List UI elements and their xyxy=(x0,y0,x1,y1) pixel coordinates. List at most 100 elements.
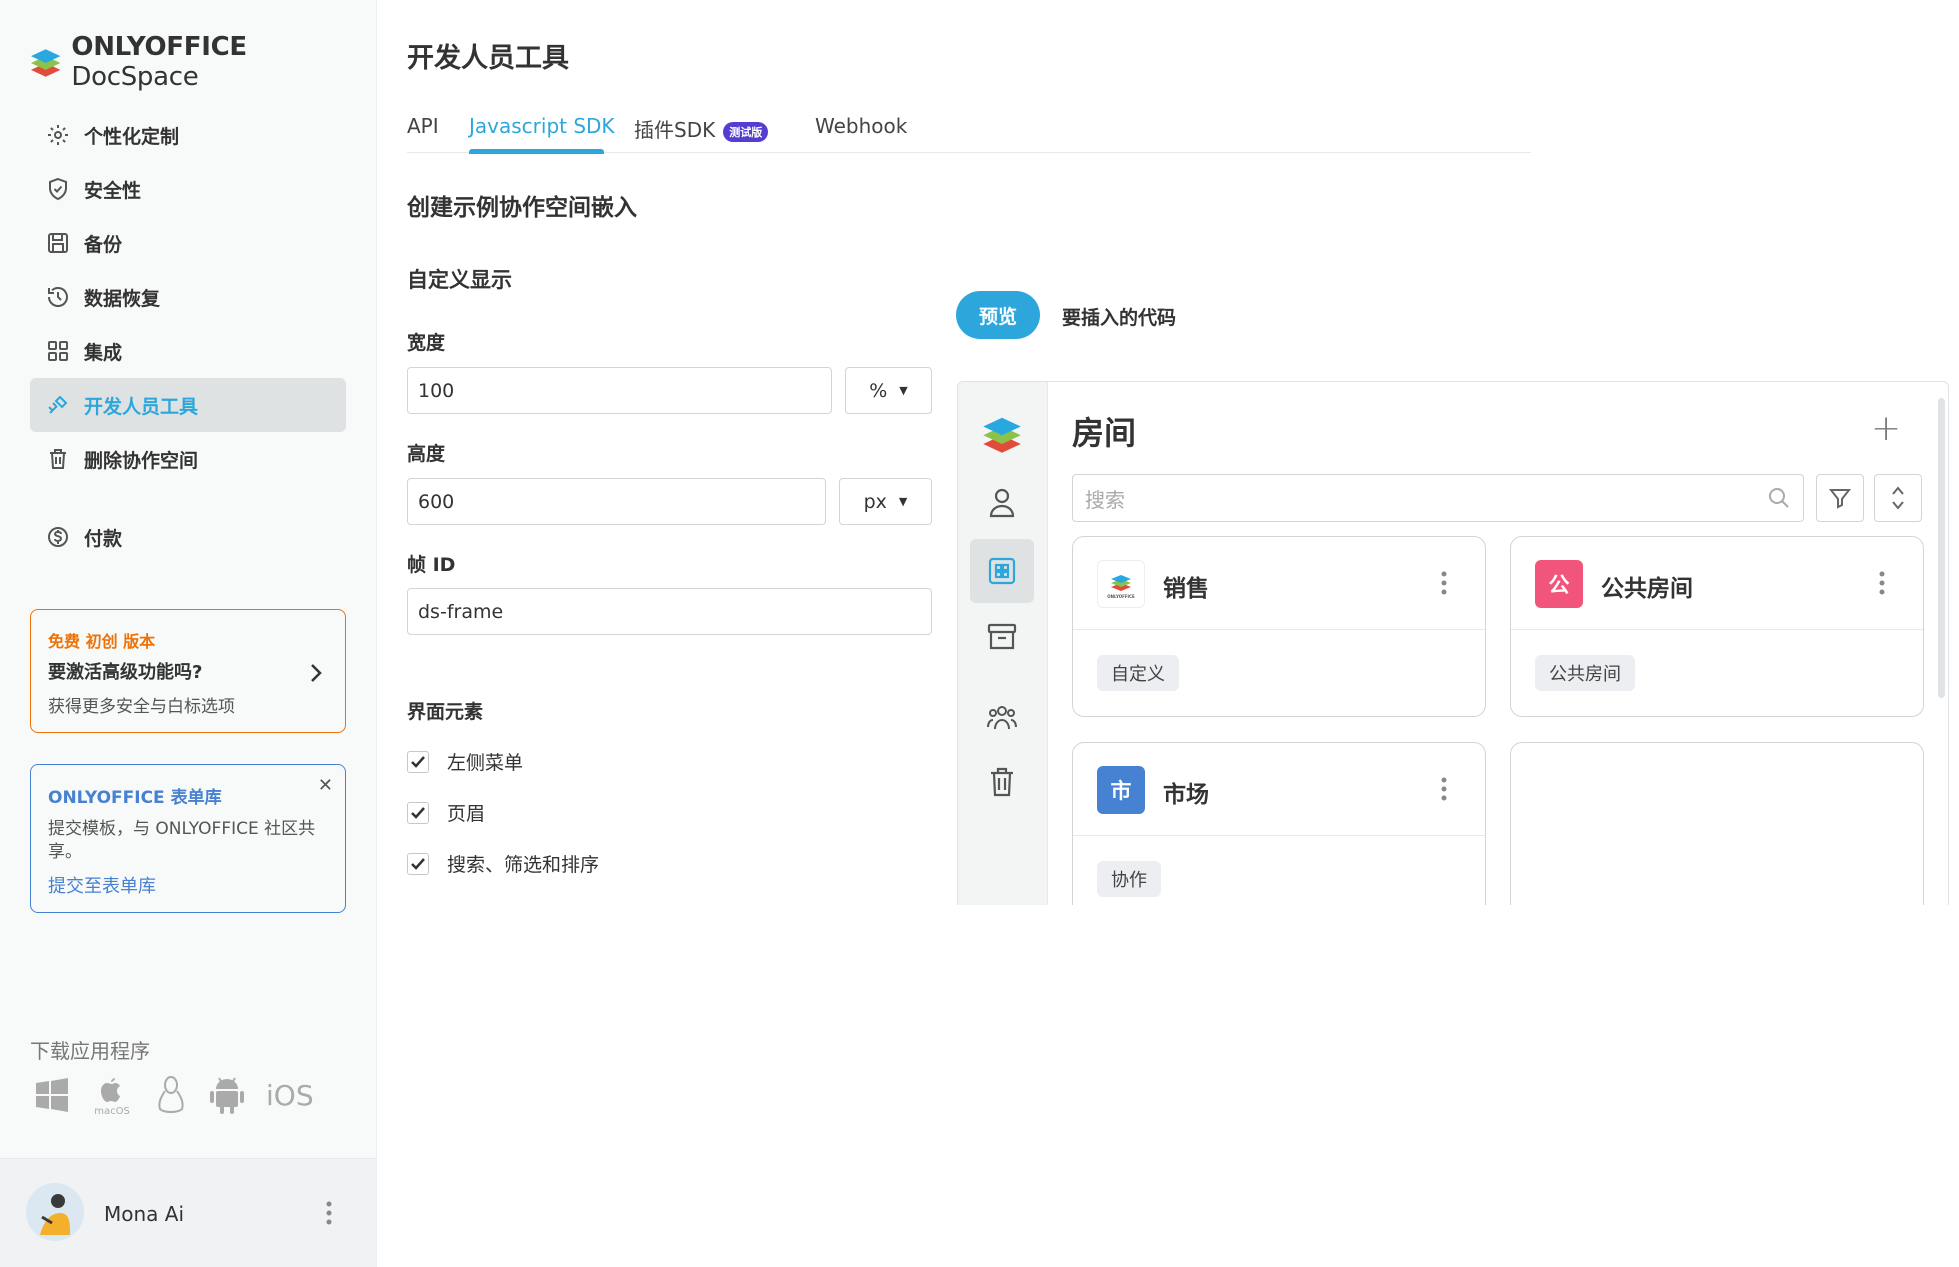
download-apps-label: 下载应用程序 xyxy=(30,1039,150,1063)
tab-api[interactable]: API xyxy=(407,114,439,138)
section-title: 创建示例协作空间嵌入 xyxy=(407,195,637,221)
preview-frame: 房间 + 搜索 ONLYOFFICE 销售 自定义 公 公共房间 公共房间 市 xyxy=(957,381,1949,905)
ui-elements-label: 界面元素 xyxy=(407,701,484,723)
filter-icon xyxy=(1828,489,1852,509)
user-name: Mona Ai xyxy=(104,1202,185,1226)
more-vertical-icon[interactable] xyxy=(1441,777,1447,801)
windows-icon[interactable] xyxy=(34,1077,70,1113)
macos-icon[interactable]: macOS xyxy=(92,1074,132,1116)
room-card[interactable]: 公 公共房间 公共房间 xyxy=(1510,536,1924,717)
frame-logo[interactable] xyxy=(970,402,1034,466)
save-icon xyxy=(48,233,68,253)
upgrade-promo-card[interactable]: 免费 初创 版本 要激活高级功能吗? 获得更多安全与白标选项 xyxy=(30,609,346,733)
checkbox-left-menu[interactable]: 左侧菜单 xyxy=(407,748,523,775)
frame-scrollbar[interactable] xyxy=(1938,398,1945,698)
sidebar-item-integration[interactable]: 集成 xyxy=(30,324,346,378)
height-unit-select[interactable]: px ▼ xyxy=(839,478,932,525)
sidebar-item-restore[interactable]: 数据恢复 xyxy=(30,270,346,324)
height-input[interactable] xyxy=(407,478,826,525)
form-gallery-card: ONLYOFFICE 表单库 提交模板，与 ONLYOFFICE 社区共享。 提… xyxy=(30,764,346,913)
search-input[interactable]: 搜索 xyxy=(1072,474,1804,522)
sidebar-item-label: 开发人员工具 xyxy=(84,395,199,418)
sidebar-item-developer-tools[interactable]: 开发人员工具 xyxy=(30,378,346,432)
group-icon xyxy=(987,706,1017,730)
linux-icon[interactable] xyxy=(154,1075,188,1115)
room-type-tag[interactable]: 公共房间 xyxy=(1535,655,1635,691)
sidebar: ONLYOFFICE DocSpace 个性化定制 安全性 备份 数据恢复 集成… xyxy=(0,0,377,1267)
frame-nav-rooms[interactable] xyxy=(970,539,1034,603)
more-vertical-icon[interactable] xyxy=(1441,571,1447,595)
room-name: 市场 xyxy=(1163,782,1209,808)
user-profile-bar: Mona Ai xyxy=(0,1158,376,1267)
checkbox-label: 页眉 xyxy=(447,803,486,825)
sort-button[interactable] xyxy=(1874,474,1922,522)
room-logo: 公 xyxy=(1535,560,1583,608)
room-name: 公共房间 xyxy=(1601,576,1693,602)
more-vertical-icon[interactable] xyxy=(326,1201,332,1225)
sidebar-item-payments[interactable]: 付款 xyxy=(30,510,346,564)
ios-link[interactable]: iOS xyxy=(266,1079,314,1112)
checkbox-header[interactable]: 页眉 xyxy=(407,799,485,826)
room-logo: ONLYOFFICE xyxy=(1097,560,1145,608)
check-icon xyxy=(411,857,425,870)
checkbox[interactable] xyxy=(407,750,429,773)
frame-nav-archive[interactable] xyxy=(970,605,1034,669)
forms-title: ONLYOFFICE 表单库 xyxy=(48,788,222,808)
sort-icon xyxy=(1892,486,1904,510)
app-logo[interactable]: ONLYOFFICE DocSpace xyxy=(30,32,376,92)
sidebar-item-security[interactable]: 安全性 xyxy=(30,162,346,216)
tab-preview[interactable]: 预览 xyxy=(956,291,1040,339)
close-icon[interactable]: ✕ xyxy=(318,775,333,796)
check-icon xyxy=(411,806,425,819)
width-input[interactable] xyxy=(407,367,832,414)
frame-nav-groups[interactable] xyxy=(970,685,1034,749)
frame-nav-trash[interactable] xyxy=(970,750,1034,814)
trash-icon xyxy=(50,449,66,469)
android-icon[interactable] xyxy=(210,1075,244,1115)
tab-webhook[interactable]: Webhook xyxy=(815,114,907,138)
filter-button[interactable] xyxy=(1816,474,1864,522)
room-type-tag[interactable]: 自定义 xyxy=(1097,655,1179,691)
shield-icon xyxy=(49,177,67,201)
room-card[interactable]: 市 市场 协作 xyxy=(1072,742,1486,905)
dollar-icon xyxy=(48,527,68,547)
settings-nav: 个性化定制 安全性 备份 数据恢复 集成 开发人员工具 删除协作空间 付款 xyxy=(30,108,346,564)
grid-icon xyxy=(48,341,68,361)
forms-text: 提交模板，与 ONLYOFFICE 社区共享。 xyxy=(48,819,316,862)
checkbox-search-filter-sort[interactable]: 搜索、筛选和排序 xyxy=(407,850,599,877)
tab-code-to-insert[interactable]: 要插入的代码 xyxy=(1062,303,1176,330)
room-card[interactable]: ONLYOFFICE 销售 自定义 xyxy=(1072,536,1486,717)
sidebar-item-delete-space[interactable]: 删除协作空间 xyxy=(30,432,346,486)
sidebar-item-label: 删除协作空间 xyxy=(84,449,199,472)
tab-plugin-sdk[interactable]: 插件SDK 测试版 xyxy=(634,114,769,143)
frame-nav-people[interactable] xyxy=(970,470,1034,534)
gear-icon xyxy=(48,125,68,145)
frame-id-input[interactable] xyxy=(407,588,932,635)
sidebar-item-label: 数据恢复 xyxy=(84,287,161,310)
width-unit-select[interactable]: % ▼ xyxy=(845,367,932,414)
sidebar-item-backup[interactable]: 备份 xyxy=(30,216,346,270)
more-vertical-icon[interactable] xyxy=(1879,571,1885,595)
select-value: px xyxy=(863,490,887,513)
active-tab-indicator xyxy=(469,149,604,154)
onlyoffice-logo-icon xyxy=(30,49,61,77)
chevron-right-icon xyxy=(311,664,322,682)
tab-javascript-sdk[interactable]: Javascript SDK xyxy=(469,114,615,138)
developer-tools-icon xyxy=(48,395,68,414)
submit-to-gallery-link[interactable]: 提交至表单库 xyxy=(48,872,328,898)
plus-icon[interactable]: + xyxy=(1871,408,1901,449)
person-icon xyxy=(989,488,1015,518)
select-value: % xyxy=(869,379,888,402)
sidebar-item-customization[interactable]: 个性化定制 xyxy=(30,108,346,162)
subsection-title: 自定义显示 xyxy=(407,268,512,292)
avatar[interactable] xyxy=(26,1183,84,1241)
checkbox-label: 左侧菜单 xyxy=(447,752,524,774)
page-title: 开发人员工具 xyxy=(407,43,569,74)
checkbox[interactable] xyxy=(407,801,429,824)
room-type-tag[interactable]: 协作 xyxy=(1097,861,1161,897)
beta-badge: 测试版 xyxy=(723,121,769,142)
search-placeholder: 搜索 xyxy=(1085,487,1125,512)
promo-subtitle: 获得更多安全与白标选项 xyxy=(48,697,235,717)
checkbox[interactable] xyxy=(407,852,429,875)
checkbox-label: 搜索、筛选和排序 xyxy=(447,854,600,876)
